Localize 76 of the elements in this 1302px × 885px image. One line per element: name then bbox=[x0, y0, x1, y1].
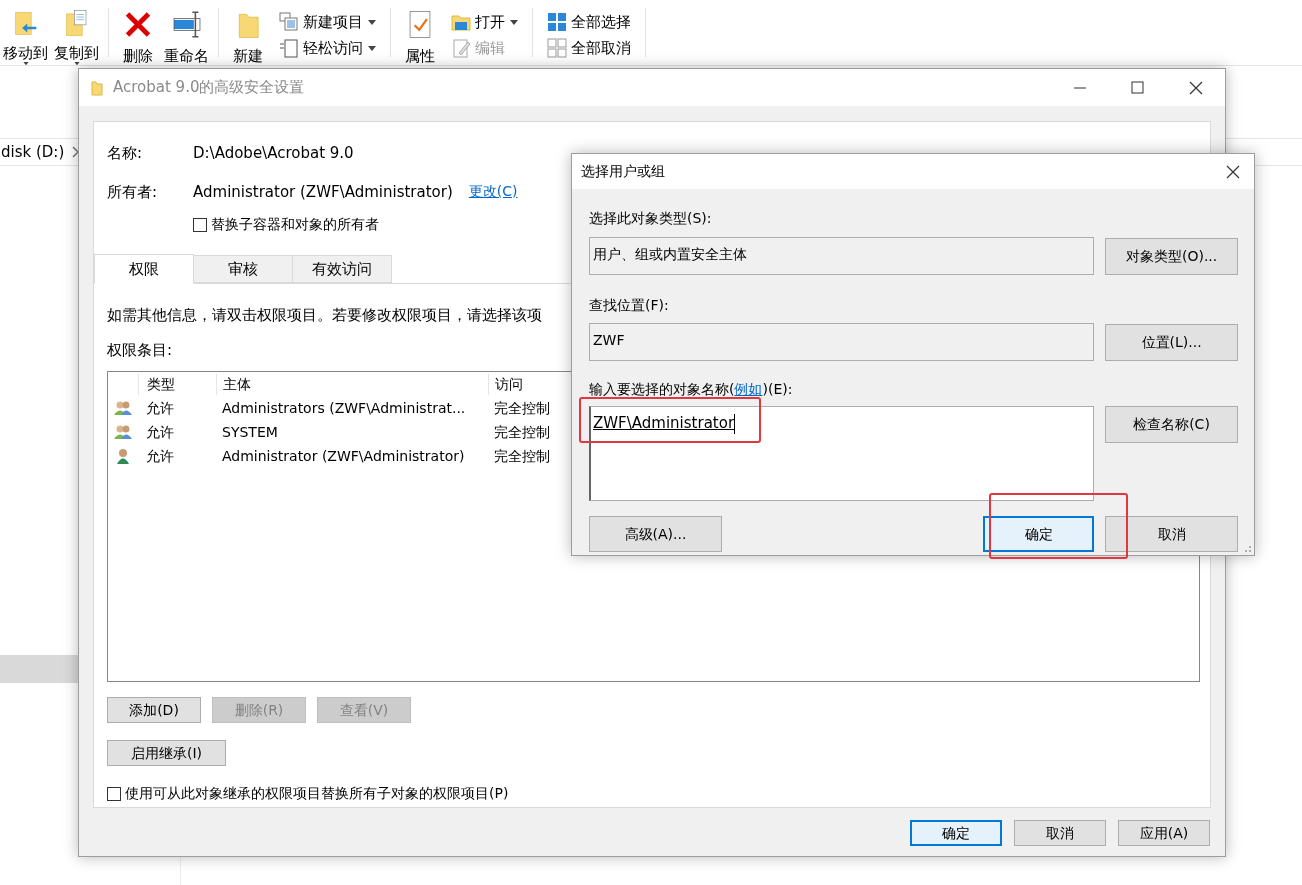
text-field[interactable]: ZWF bbox=[589, 323, 1095, 361]
window-title: Acrobat 9.0的高级安全设置 bbox=[113, 77, 306, 99]
ribbon-button[interactable]: 重命名 bbox=[164, 47, 209, 65]
ribbon-button[interactable]: 轻松访问 bbox=[303, 38, 376, 58]
checkbox-label: 使用可从此对象继承的权限项目替换所有子对象的权限项目(P) bbox=[125, 784, 509, 803]
table-cell-text: SYSTEM bbox=[221, 422, 279, 442]
button[interactable]: 添加(D) bbox=[107, 697, 201, 723]
caret-icon bbox=[21, 61, 30, 65]
field-label: 所有者: bbox=[107, 181, 159, 202]
button[interactable]: 确定 bbox=[983, 516, 1094, 552]
table-cell-text: 允许 bbox=[145, 398, 175, 418]
caret-icon bbox=[368, 20, 376, 25]
field-value: Administrator (ZWF\Administrator) bbox=[193, 181, 453, 203]
ribbon-button[interactable]: 新建 bbox=[233, 47, 263, 65]
select-none-icon bbox=[547, 38, 567, 58]
caret-icon bbox=[72, 61, 81, 65]
ribbon-button[interactable]: 新建项目 bbox=[303, 12, 376, 32]
button[interactable]: 检查名称(C) bbox=[1105, 406, 1238, 443]
table-cell-text: Administrators (ZWF\Administrat... bbox=[221, 398, 467, 418]
ribbon-button[interactable]: 复制到 bbox=[54, 43, 99, 62]
text-field[interactable]: 用户、组或内置安全主体 bbox=[589, 237, 1095, 275]
button[interactable]: 高级(A)... bbox=[589, 516, 722, 552]
new-item-icon bbox=[279, 12, 299, 32]
text-cursor bbox=[734, 413, 736, 434]
window-title: 选择用户或组 bbox=[580, 162, 666, 181]
change-owner-link[interactable]: 更改(C) bbox=[468, 181, 518, 203]
example-link[interactable]: 例如 bbox=[734, 381, 763, 397]
folder-icon bbox=[91, 79, 103, 96]
tab[interactable]: 审核 bbox=[193, 255, 293, 283]
button[interactable]: 取消 bbox=[1014, 820, 1106, 846]
column-header[interactable]: 类型 bbox=[138, 373, 216, 395]
table-cell-text: Administrator (ZWF\Administrator) bbox=[221, 446, 466, 466]
ribbon-button[interactable]: 全部取消 bbox=[571, 38, 631, 58]
field-label: 查找位置(F): bbox=[589, 296, 670, 314]
ribbon-button[interactable]: 属性 bbox=[405, 47, 435, 65]
users-icon bbox=[114, 400, 132, 416]
button[interactable]: 确定 bbox=[910, 820, 1002, 846]
checkbox[interactable] bbox=[193, 217, 207, 232]
ribbon-button[interactable]: 全部选择 bbox=[571, 12, 631, 32]
ribbon-button[interactable]: 删除 bbox=[123, 47, 153, 65]
users-icon bbox=[114, 424, 132, 440]
table-cell-text: 完全控制 bbox=[493, 398, 551, 418]
address-segment[interactable]: disk (D:) bbox=[1, 140, 65, 164]
table-cell-text: 允许 bbox=[145, 422, 175, 442]
field-label: 名称: bbox=[107, 143, 144, 164]
checkbox[interactable] bbox=[107, 786, 121, 801]
user-icon bbox=[115, 448, 131, 464]
column-header[interactable]: 主体 bbox=[216, 373, 488, 395]
button[interactable]: 启用继承(I) bbox=[107, 740, 226, 766]
table-cell-text: 完全控制 bbox=[493, 446, 551, 466]
tab[interactable]: 有效访问 bbox=[292, 255, 392, 283]
checkbox-label: 替换子容器和对象的所有者 bbox=[211, 215, 379, 234]
button[interactable]: 取消 bbox=[1105, 516, 1238, 552]
folder-open-icon bbox=[451, 12, 471, 32]
maximize-icon[interactable] bbox=[1130, 79, 1146, 96]
section-label: 权限条目: bbox=[107, 339, 173, 361]
ribbon-button[interactable]: 打开 bbox=[475, 12, 518, 32]
field-value: D:\Adobe\Acrobat 9.0 bbox=[193, 143, 354, 164]
caret-icon bbox=[510, 20, 518, 25]
edit-icon bbox=[451, 38, 471, 58]
button[interactable]: 应用(A) bbox=[1118, 820, 1210, 846]
tab[interactable]: 权限 bbox=[94, 254, 194, 284]
close-icon[interactable] bbox=[1226, 164, 1240, 179]
button[interactable]: 位置(L)... bbox=[1105, 323, 1238, 361]
close-icon[interactable] bbox=[1188, 79, 1204, 96]
info-text: 如需其他信息，请双击权限项目。若要修改权限项目，请选择该项 bbox=[107, 305, 542, 326]
resize-grip-icon[interactable] bbox=[1242, 543, 1252, 553]
ribbon-button[interactable]: 移动到 bbox=[3, 43, 48, 62]
name-input-field[interactable]: ZWF\Administrator bbox=[589, 406, 1094, 501]
caret-icon bbox=[368, 46, 376, 51]
button[interactable]: 对象类型(O)... bbox=[1105, 237, 1238, 275]
chevron-icon[interactable] bbox=[72, 146, 81, 158]
document-icon bbox=[279, 38, 299, 58]
field-label: 选择此对象类型(S): bbox=[589, 209, 713, 227]
table-cell-text: 允许 bbox=[145, 446, 175, 466]
select-all-icon bbox=[547, 12, 567, 32]
